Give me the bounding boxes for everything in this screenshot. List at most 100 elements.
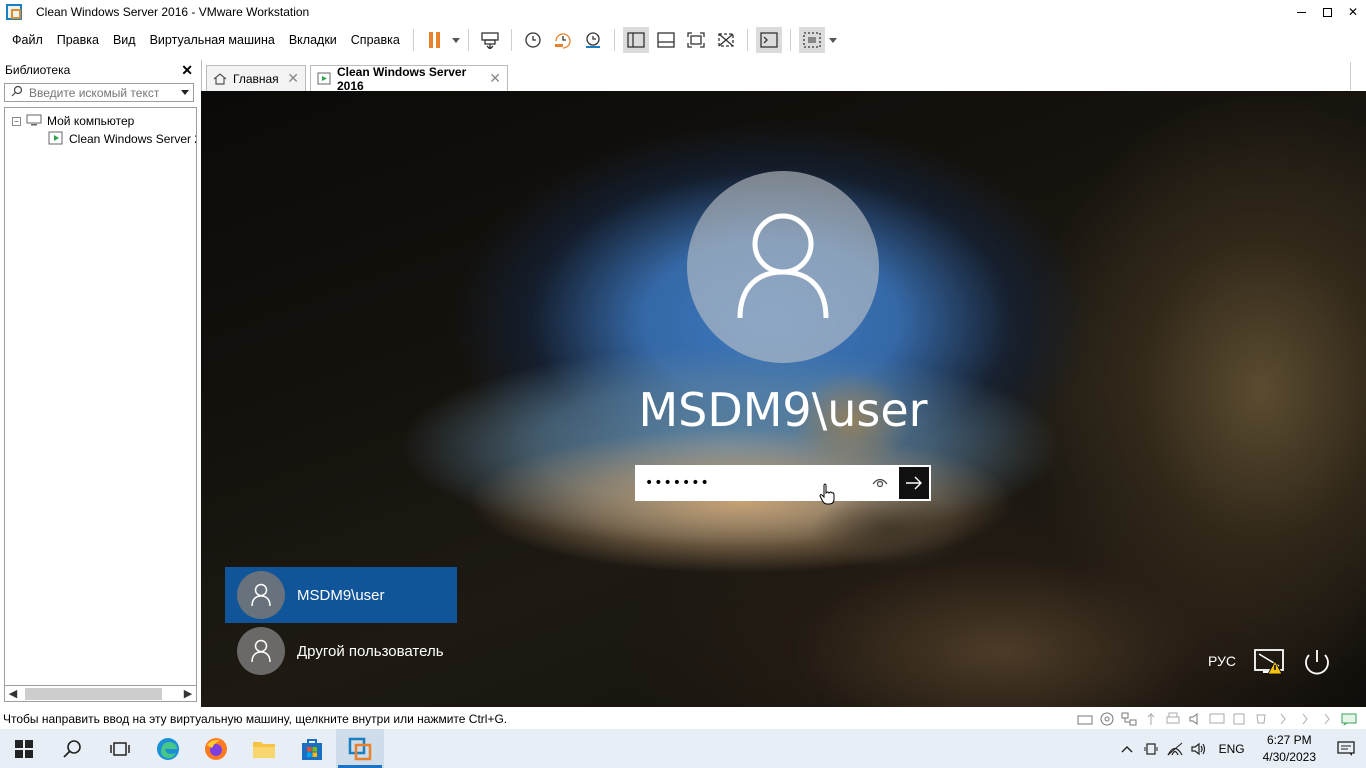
library-search-input[interactable]: [29, 85, 159, 100]
submit-password-button[interactable]: [897, 465, 931, 501]
printer-icon[interactable]: [1164, 711, 1182, 727]
console-view-button[interactable]: [755, 27, 782, 53]
take-snapshot-button[interactable]: [520, 27, 546, 53]
stretch-guest-icon: [803, 32, 821, 48]
tree-item-label: Мой компьютер: [47, 114, 135, 128]
tree-collapse-toggle[interactable]: −: [12, 116, 21, 126]
close-window-button[interactable]: ✕: [1340, 0, 1366, 24]
file-explorer-taskbar-button[interactable]: [240, 729, 288, 768]
pause-button[interactable]: [422, 27, 448, 53]
user-icon: [251, 583, 271, 607]
messages-icon[interactable]: [1340, 711, 1358, 727]
scroll-right-icon[interactable]: ▶: [180, 687, 196, 700]
user-avatar-small: [237, 627, 285, 675]
sound-card-icon[interactable]: [1186, 711, 1204, 727]
tree-item-vm[interactable]: Clean Windows Server 2016: [5, 130, 196, 148]
unity-icon: [718, 33, 734, 47]
cd-dvd-icon[interactable]: [1098, 711, 1116, 727]
reveal-password-icon[interactable]: [865, 467, 895, 499]
maximize-button[interactable]: [1314, 0, 1340, 24]
serial-port-icon[interactable]: [1252, 711, 1270, 727]
menu-vm[interactable]: Виртуальная машина: [143, 26, 282, 54]
scrollbar-thumb[interactable]: [25, 687, 162, 700]
revert-snapshot-button[interactable]: [550, 27, 576, 53]
vmware-app-icon[interactable]: [6, 4, 22, 20]
tab-label: Clean Windows Server 2016: [337, 64, 467, 93]
vm-tray-button[interactable]: [1139, 729, 1163, 768]
tab-strip-scroll[interactable]: [1350, 62, 1364, 90]
show-library-button[interactable]: [622, 27, 649, 53]
status-bar: Чтобы направить ввод на эту виртуальную …: [0, 709, 1366, 729]
store-taskbar-button[interactable]: [288, 729, 336, 768]
stretch-guest-button[interactable]: [798, 27, 825, 53]
toolbar-separator: [467, 29, 469, 51]
hard-disk-icon[interactable]: [1076, 711, 1094, 727]
network-tray-button[interactable]: [1163, 729, 1187, 768]
menu-file[interactable]: Файл: [0, 26, 50, 54]
floppy-icon[interactable]: [1230, 711, 1248, 727]
snapshot-manager-button[interactable]: [580, 27, 606, 53]
action-center-button[interactable]: [1326, 729, 1366, 768]
minimize-button[interactable]: [1288, 0, 1314, 24]
password-field[interactable]: [635, 465, 931, 501]
revert-snapshot-icon: [554, 33, 571, 49]
full-screen-icon: [687, 32, 705, 48]
user-tile-other[interactable]: Другой пользователь: [225, 623, 457, 679]
edge-taskbar-button[interactable]: [144, 729, 192, 768]
wifi-icon: [1167, 742, 1183, 755]
vmware-taskbar-button[interactable]: [336, 729, 384, 768]
snapshot-icon: [525, 32, 541, 48]
library-header: Библиотека ✕: [0, 60, 198, 80]
user-tile-name: Другой пользователь: [297, 642, 444, 660]
device-icon: [1144, 742, 1158, 755]
window-controls: ✕: [1288, 0, 1366, 24]
power-button[interactable]: [1299, 647, 1333, 680]
toolbar-separator: [510, 29, 512, 51]
library-close-button[interactable]: ✕: [181, 62, 193, 79]
toolbar-separator: [789, 29, 791, 51]
scsi-icon[interactable]: [1296, 711, 1314, 727]
search-button[interactable]: [48, 729, 96, 768]
firefox-taskbar-button[interactable]: [192, 729, 240, 768]
show-hidden-icons-button[interactable]: [1115, 729, 1139, 768]
vm-display[interactable]: MSDM9\user MSDM9\user Другой пользовател…: [201, 91, 1366, 707]
parallel-port-icon[interactable]: [1274, 711, 1292, 727]
display-icon[interactable]: [1208, 711, 1226, 727]
ide-icon[interactable]: [1318, 711, 1336, 727]
user-tile-current[interactable]: MSDM9\user: [225, 567, 457, 623]
clock[interactable]: 6:27 PM 4/30/2023: [1253, 732, 1326, 766]
menu-tabs[interactable]: Вкладки: [282, 26, 344, 54]
menu-edit[interactable]: Правка: [50, 26, 106, 54]
scroll-left-icon[interactable]: ◀: [5, 687, 21, 700]
library-search[interactable]: [4, 83, 194, 102]
snapshot-manager-icon: [585, 32, 600, 48]
stretch-guest-dropdown[interactable]: [827, 27, 839, 53]
volume-tray-button[interactable]: [1187, 729, 1211, 768]
hand-cursor-icon: [819, 483, 835, 508]
ease-of-access-button[interactable]: [1253, 647, 1287, 680]
pause-icon: [428, 32, 440, 48]
usb-icon[interactable]: [1142, 711, 1160, 727]
task-view-button[interactable]: [96, 729, 144, 768]
menu-view[interactable]: Вид: [106, 26, 143, 54]
tab-home[interactable]: Главная ✕: [206, 65, 306, 91]
start-icon: [15, 739, 33, 758]
tab-close-button[interactable]: ✕: [489, 70, 501, 87]
full-screen-button[interactable]: [683, 27, 709, 53]
menu-help[interactable]: Справка: [344, 26, 407, 54]
start-button[interactable]: [0, 729, 48, 768]
send-ctrl-alt-del-button[interactable]: [477, 27, 503, 53]
input-language-indicator[interactable]: ENG: [1211, 742, 1253, 756]
tab-close-button[interactable]: ✕: [287, 70, 299, 87]
windows-taskbar: ENG 6:27 PM 4/30/2023: [0, 729, 1366, 768]
thumbnail-bar-button[interactable]: [653, 27, 679, 53]
vm-input-language[interactable]: РУС: [1208, 653, 1236, 669]
unity-button[interactable]: [713, 27, 739, 53]
search-dropdown-icon[interactable]: [181, 90, 189, 95]
power-dropdown[interactable]: [450, 27, 462, 53]
power-icon: [1305, 650, 1329, 675]
tab-vm[interactable]: Clean Windows Server 2016 ✕: [310, 64, 508, 93]
tree-item-my-computer[interactable]: − Мой компьютер: [5, 112, 196, 130]
network-adapter-icon[interactable]: [1120, 711, 1138, 727]
library-horizontal-scrollbar[interactable]: ◀ ▶: [4, 685, 197, 702]
